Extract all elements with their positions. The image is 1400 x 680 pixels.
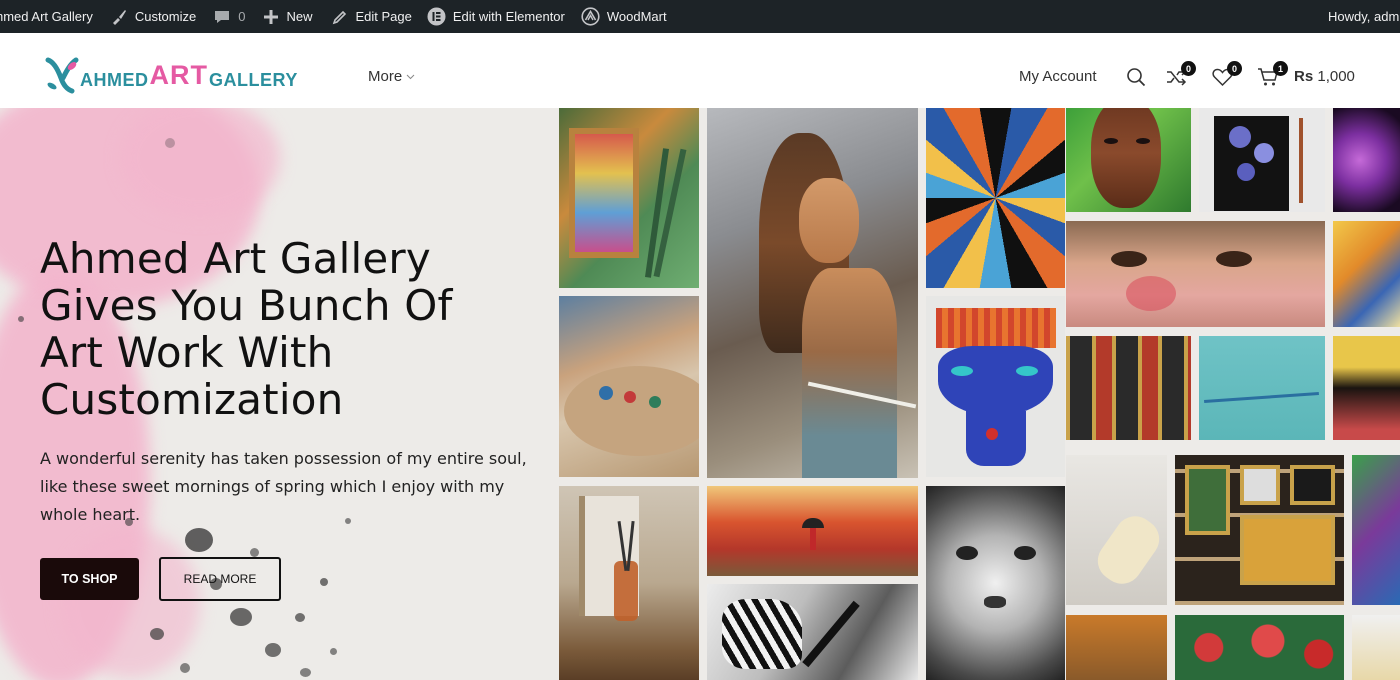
comments-count: 0 xyxy=(238,9,246,24)
woodmart-label: WoodMart xyxy=(606,9,667,24)
hero-title: Ahmed Art Gallery Gives You Bunch Of Art… xyxy=(40,234,453,424)
artwork-flower-canvas[interactable] xyxy=(1199,108,1325,212)
admin-bar-edit-page[interactable]: Edit Page xyxy=(332,0,412,33)
logo-part-art: ART xyxy=(149,59,208,90)
leaf-logo-icon xyxy=(45,57,79,94)
cart-amount: 1,000 xyxy=(1317,68,1355,85)
ink-splatter xyxy=(295,613,305,622)
artwork-easel-brushes[interactable] xyxy=(559,486,699,680)
artwork-abstract-tree[interactable] xyxy=(926,108,1065,288)
admin-bar-new[interactable]: New xyxy=(263,0,313,33)
artwork-umbrella-street[interactable] xyxy=(707,486,918,576)
artwork-woman-portrait[interactable] xyxy=(707,108,918,478)
search-icon xyxy=(1127,68,1146,87)
ink-splatter xyxy=(265,643,281,657)
my-account-link[interactable]: My Account xyxy=(1019,68,1097,85)
ink-splatter xyxy=(150,628,164,640)
admin-bar-woodmart[interactable]: WoodMart xyxy=(581,0,667,33)
howdy-label: Howdy, adm xyxy=(1328,9,1400,24)
compare-button[interactable]: 0 xyxy=(1166,61,1196,92)
new-label: New xyxy=(286,9,313,24)
edit-elementor-label: Edit with Elementor xyxy=(452,9,565,24)
wishlist-count-badge: 0 xyxy=(1227,61,1242,76)
search-button[interactable] xyxy=(1126,67,1146,92)
ink-splatter xyxy=(320,578,328,586)
ink-splatter xyxy=(18,316,24,322)
compare-count-badge: 0 xyxy=(1181,61,1196,76)
ink-splatter xyxy=(330,648,337,655)
artwork-still-life[interactable] xyxy=(1333,336,1400,440)
artwork-light-canvas[interactable] xyxy=(1352,615,1400,680)
plus-icon xyxy=(264,9,279,24)
artwork-red-roses[interactable] xyxy=(1175,615,1344,680)
artwork-framed-wall[interactable] xyxy=(1175,455,1344,605)
wishlist-button[interactable]: 0 xyxy=(1212,61,1242,92)
read-more-button[interactable]: READ MORE xyxy=(159,557,281,601)
artwork-teal-signature[interactable] xyxy=(1199,336,1325,440)
site-logo[interactable]: AHMED ART GALLERY xyxy=(44,55,314,95)
artwork-blue-mask[interactable] xyxy=(926,296,1065,477)
admin-bar: hmed Art Gallery Customize 0 New Edit Pa… xyxy=(0,0,1400,33)
admin-bar-account[interactable]: Howdy, adm xyxy=(1328,0,1400,33)
artwork-orange-textured[interactable] xyxy=(1066,615,1167,680)
admin-bar-edit-elementor[interactable]: Edit with Elementor xyxy=(427,0,565,33)
artwork-colorful-abstract[interactable] xyxy=(1352,455,1400,605)
customize-label: Customize xyxy=(134,9,197,24)
chevron-down-icon xyxy=(406,74,415,79)
ink-splatter xyxy=(300,668,311,677)
cart-count-badge: 1 xyxy=(1273,61,1288,76)
elementor-icon xyxy=(427,7,446,26)
logo-wordmark: AHMED ART GALLERY xyxy=(80,59,298,90)
artwork-girl-face[interactable] xyxy=(1066,221,1325,327)
admin-bar-customize[interactable]: Customize xyxy=(110,0,196,33)
artwork-palette[interactable] xyxy=(559,296,699,477)
artwork-zebra-drawing[interactable] xyxy=(707,584,918,680)
ink-splatter xyxy=(230,608,252,626)
admin-bar-comments[interactable]: 0 xyxy=(213,0,245,33)
artwork-yellow-abstract[interactable] xyxy=(1333,221,1400,327)
logo-part-ahmed: AHMED xyxy=(80,69,149,90)
artwork-paint-box[interactable] xyxy=(559,108,699,288)
site-header: AHMED ART GALLERY More My Account 0 0 1 … xyxy=(0,33,1400,108)
cart-button[interactable]: 1 xyxy=(1257,61,1288,92)
hero-left-panel: Ahmed Art Gallery Gives You Bunch Of Art… xyxy=(0,108,558,680)
artwork-purple-flower[interactable] xyxy=(1333,108,1400,212)
cart-total[interactable]: Rs 1,000 xyxy=(1294,68,1355,85)
artwork-framed-gallery[interactable] xyxy=(1066,336,1191,440)
admin-bar-site-name[interactable]: hmed Art Gallery xyxy=(0,0,93,33)
to-shop-button[interactable]: TO SHOP xyxy=(40,558,139,600)
hero-description: A wonderful serenity has taken possessio… xyxy=(40,449,527,524)
ink-splatter xyxy=(185,528,213,552)
ink-splatter xyxy=(250,548,259,557)
pencil-icon xyxy=(332,10,346,25)
logo-part-gallery: GALLERY xyxy=(209,69,298,90)
hero-section: Ahmed Art Gallery Gives You Bunch Of Art… xyxy=(0,108,1400,680)
nav-more-menu[interactable]: More xyxy=(368,68,415,85)
edit-page-label: Edit Page xyxy=(355,9,412,24)
artwork-tape-roll[interactable] xyxy=(1066,455,1167,605)
comment-icon xyxy=(215,10,230,23)
woodmart-icon xyxy=(581,7,600,26)
nav-more-label: More xyxy=(368,68,403,85)
ink-splatter xyxy=(180,663,190,673)
artwork-leopard-sketch[interactable] xyxy=(926,486,1065,680)
artwork-man-portrait[interactable] xyxy=(1066,108,1191,212)
cart-currency: Rs xyxy=(1294,68,1314,85)
brush-icon xyxy=(112,9,126,25)
pink-watercolor-blob xyxy=(60,528,200,678)
site-name-label: hmed Art Gallery xyxy=(0,9,93,24)
ink-splatter xyxy=(165,138,175,148)
